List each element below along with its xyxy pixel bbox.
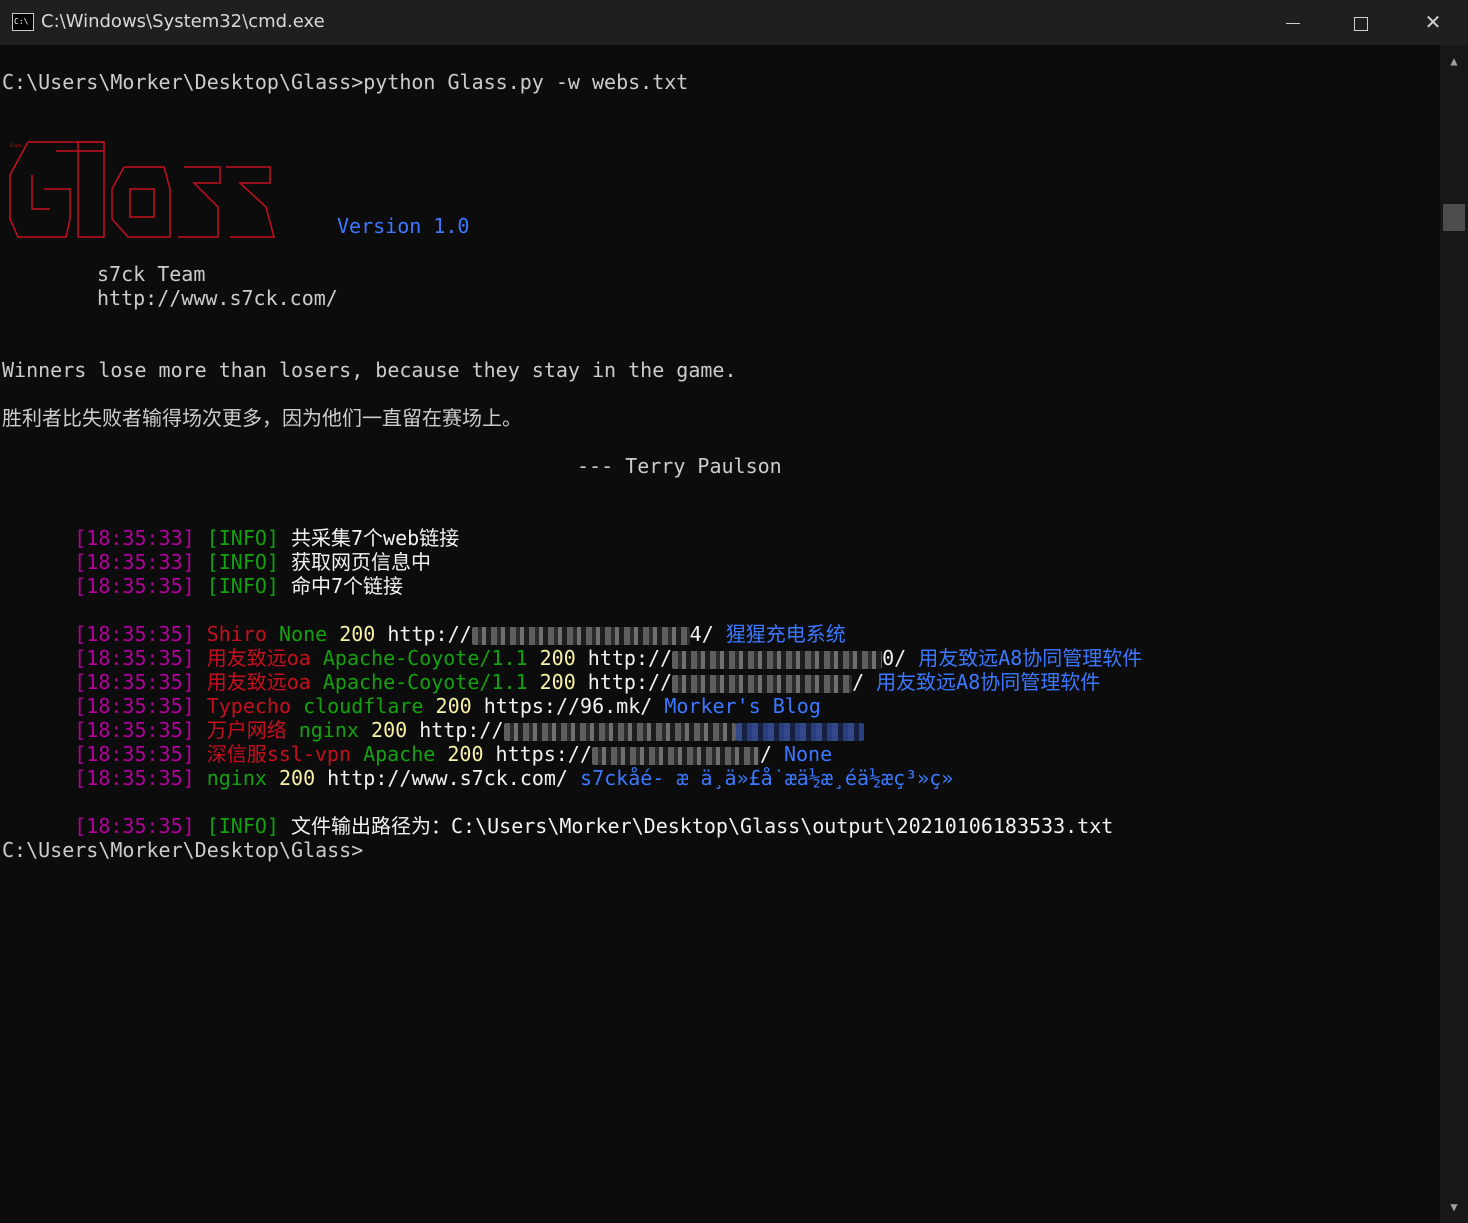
maximize-icon bbox=[1354, 17, 1368, 31]
close-button[interactable]: ✕ bbox=[1398, 0, 1468, 45]
result-url: http://www.s7ck.com/ bbox=[327, 766, 568, 790]
cmd-window: C:\ C:\Windows\System32\cmd.exe ✕ C:\Use… bbox=[0, 0, 1468, 1223]
scroll-up-arrow-icon[interactable]: ▲ bbox=[1440, 47, 1468, 75]
scroll-down-arrow-icon[interactable]: ▼ bbox=[1440, 1193, 1468, 1221]
command-line: C:\Users\Morker\Desktop\Glass>python Gla… bbox=[2, 70, 688, 94]
scrollbar-thumb[interactable] bbox=[1443, 204, 1465, 231]
output-path-line: [18:35:35] [INFO] 文件输出路径为：C:\Users\Morke… bbox=[2, 790, 1113, 814]
result-server: nginx bbox=[207, 766, 267, 790]
log-tag: [INFO] bbox=[207, 574, 279, 598]
svg-text:Glass: Glass bbox=[10, 143, 23, 148]
log-line: [18:35:33] [INFO] 共采集7个web链接 bbox=[2, 502, 459, 526]
banner-version: Version 1.0 bbox=[337, 214, 469, 238]
result-line: [18:35:35] 用友致远oa Apache-Coyote/1.1 200 … bbox=[2, 622, 1142, 646]
result-line: [18:35:35] Typecho cloudflare 200 https:… bbox=[2, 670, 821, 694]
result-line: [18:35:35] Shiro None 200 http://4/ 猩猩充电… bbox=[2, 598, 846, 622]
quote-author: --- Terry Paulson bbox=[577, 454, 782, 478]
result-title: 用友致远A8协同管理软件 bbox=[876, 670, 1100, 694]
log-message: 命中7个链接 bbox=[291, 574, 403, 598]
banner-url: http://www.s7ck.com/ bbox=[97, 286, 338, 310]
minimize-icon bbox=[1286, 23, 1300, 24]
result-line: [18:35:35] 万户网络 nginx 200 http:// bbox=[2, 694, 864, 718]
log-time: [18:35:35] bbox=[74, 574, 194, 598]
result-line: [18:35:35] 用友致远oa Apache-Coyote/1.1 200 … bbox=[2, 646, 1100, 670]
log-tag: [INFO] bbox=[207, 814, 279, 838]
result-title-mojibake: s7ckåé- æ ä¸ä»£å˙æä½æ¸éä½æ… bbox=[580, 766, 953, 790]
log-line: [18:35:35] [INFO] 命中7个链接 bbox=[2, 550, 403, 574]
result-line: [18:35:35] nginx 200 http://www.s7ck.com… bbox=[2, 742, 953, 766]
window-title: C:\Windows\System32\cmd.exe bbox=[41, 11, 325, 32]
log-time: [18:35:35] bbox=[74, 814, 194, 838]
maximize-button[interactable] bbox=[1326, 0, 1396, 45]
result-line: [18:35:35] 深信服ssl-vpn Apache 200 https:/… bbox=[2, 718, 832, 742]
title-bar[interactable]: C:\ C:\Windows\System32\cmd.exe ✕ bbox=[0, 0, 1468, 45]
vertical-scrollbar[interactable]: ▲ ▼ bbox=[1440, 45, 1468, 1223]
prompt-line[interactable]: C:\Users\Morker\Desktop\Glass> bbox=[2, 838, 363, 862]
log-line: [18:35:33] [INFO] 获取网页信息中 bbox=[2, 526, 431, 550]
cmd-app-icon[interactable]: C:\ bbox=[12, 13, 34, 31]
quote-chinese: 胜利者比失败者输得场次更多，因为他们一直留在赛场上。 bbox=[2, 406, 522, 430]
result-status: 200 bbox=[279, 766, 315, 790]
log-message: 文件输出路径为：C:\Users\Morker\Desktop\Glass\ou… bbox=[291, 814, 1113, 838]
quote-english: Winners lose more than losers, because t… bbox=[2, 358, 737, 382]
minimize-button[interactable] bbox=[1258, 0, 1328, 45]
result-time: [18:35:35] bbox=[74, 766, 194, 790]
console-output[interactable]: C:\Users\Morker\Desktop\Glass>python Gla… bbox=[0, 45, 1440, 1223]
glass-logo-art: Glass bbox=[4, 139, 284, 243]
close-icon: ✕ bbox=[1425, 10, 1442, 34]
banner-team: s7ck Team bbox=[97, 262, 205, 286]
